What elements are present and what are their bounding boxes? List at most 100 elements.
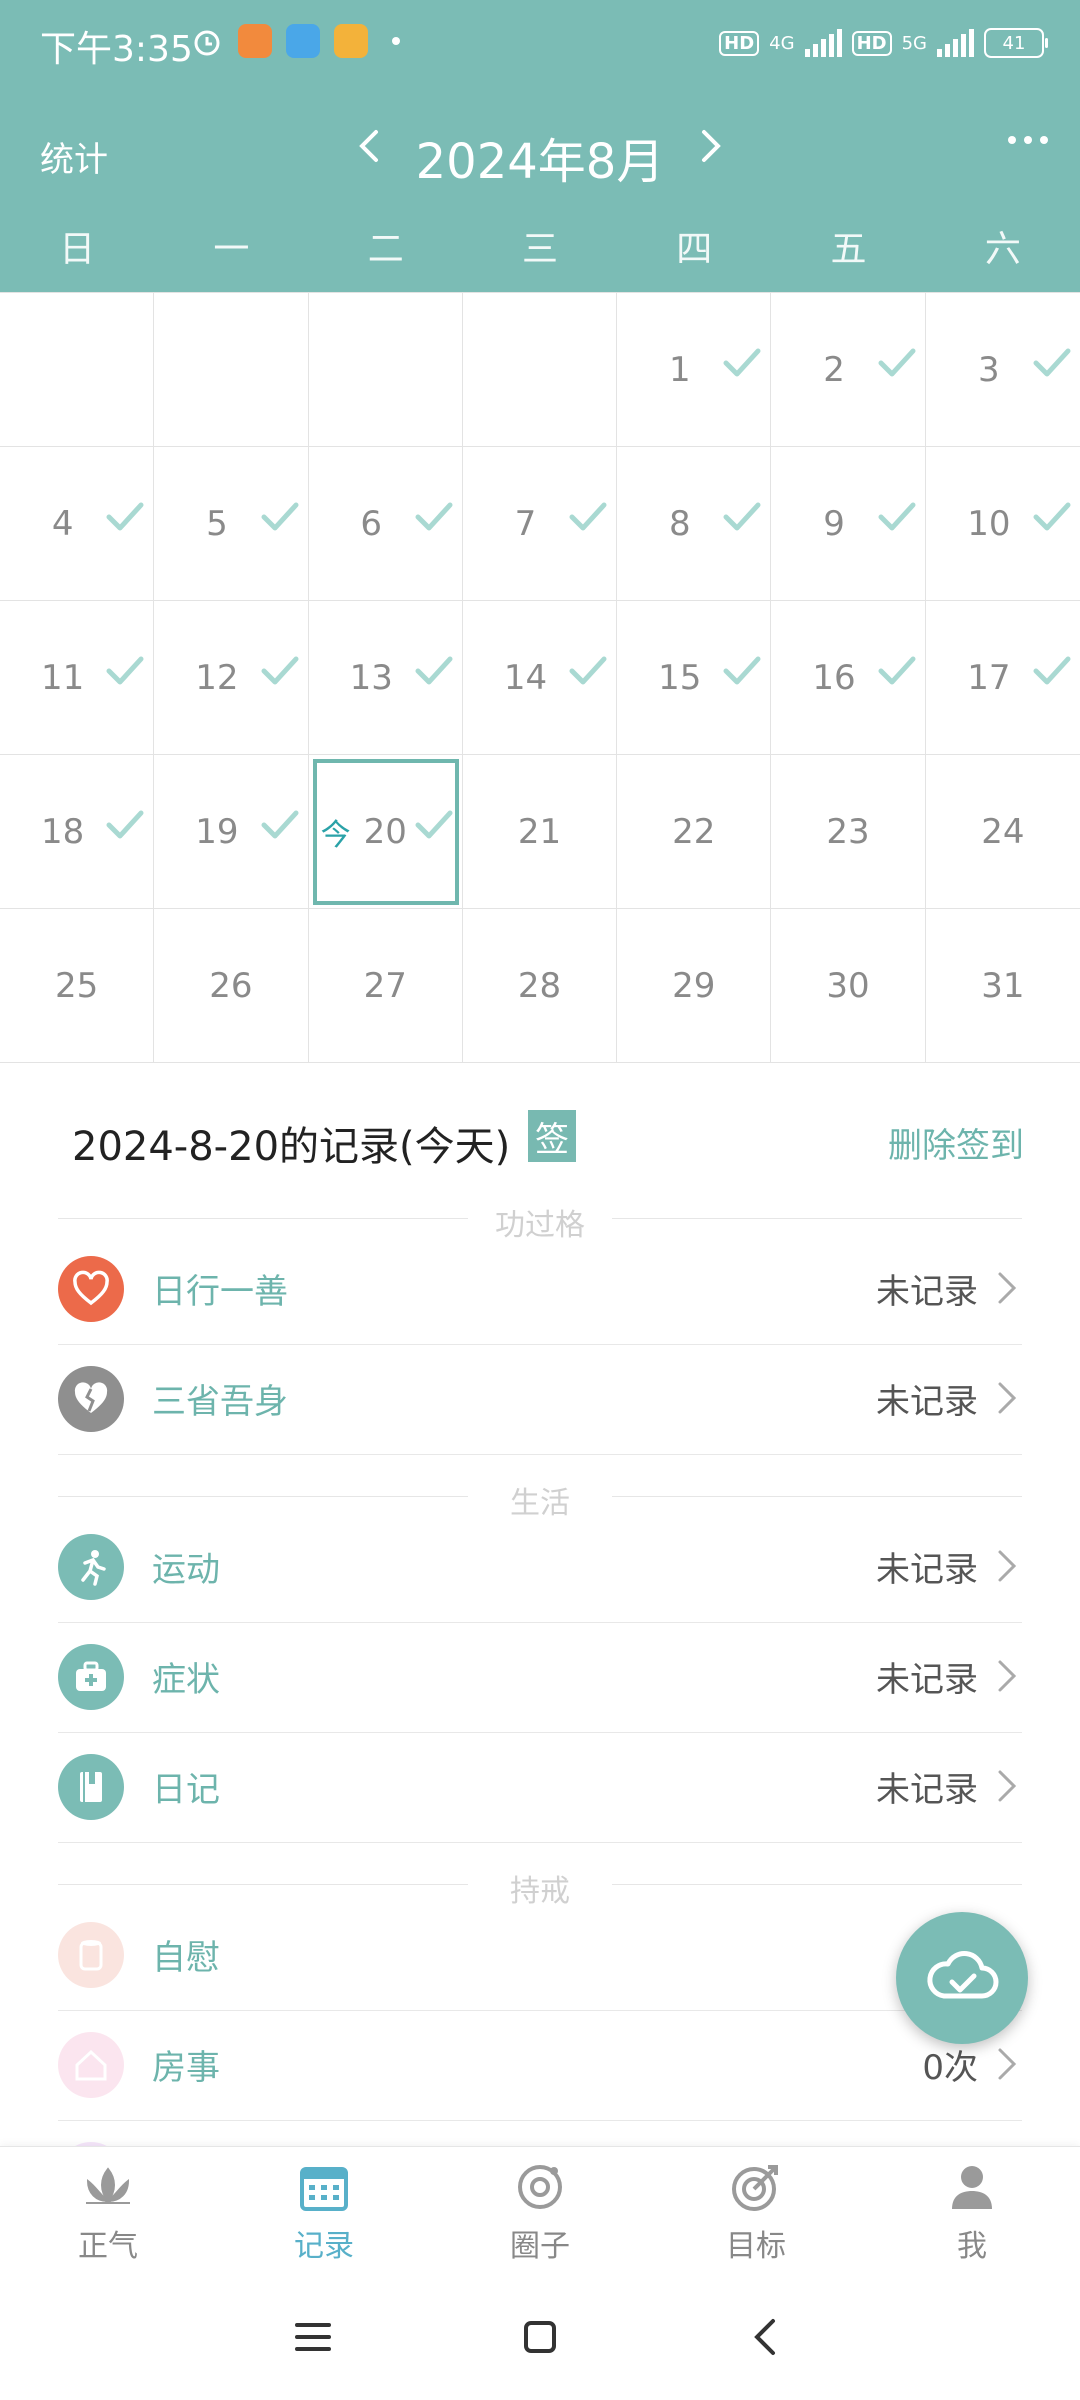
calendar-day-cell[interactable]: 14 [462,601,618,755]
chevron-right-icon [992,1546,1022,1586]
record-row[interactable]: 三省吾身 未记录 [58,1344,1022,1455]
cloud-sync-button[interactable] [896,1912,1028,2044]
calendar-day-cell[interactable]: 11 [0,601,155,755]
calendar-day-cell[interactable]: 18 [0,755,155,909]
target-icon [732,2165,778,2211]
calendar-day-cell[interactable]: 2 [771,293,926,447]
calendar-day-cell[interactable]: 6 [308,447,463,601]
heart-icon [58,1256,124,1322]
chevron-right-icon [992,1268,1022,1308]
weather-icon [286,24,320,58]
calendar-day-cell[interactable]: 3 [925,293,1080,447]
calendar-day-cell[interactable]: 7 [462,447,618,601]
day-number: 12 [195,657,239,698]
record-value: 未记录 [876,1660,978,1700]
calendar-day-cell[interactable]: 29 [617,909,772,1063]
bottom-navigation: 正气 记录 圈子 目标 我 [0,2146,1080,2275]
calendar-day-cell[interactable]: 25 [0,909,155,1063]
calendar-day-cell[interactable]: 15 [617,601,772,755]
record-row[interactable]: 日行一善 未记录 [58,1234,1022,1345]
weekday-header: 日 一 二 三 四 五 六 [0,220,1080,280]
calendar-day-cell[interactable]: 27 [308,909,463,1063]
calendar-day-cell[interactable]: 26 [154,909,309,1063]
calendar-day-cell[interactable]: 5 [154,447,309,601]
checkmark-icon [260,653,300,689]
record-row[interactable]: 房事 0次 [58,2010,1022,2121]
calendar-day-cell[interactable]: 12 [154,601,309,755]
home-icon[interactable] [516,2313,564,2361]
checkmark-icon [568,499,608,535]
record-row[interactable]: 症状 未记录 [58,1622,1022,1733]
calendar-day-cell[interactable]: 10 [925,447,1080,601]
day-number: 25 [55,965,99,1006]
day-number: 30 [826,965,870,1006]
tab-me[interactable]: 我 [864,2147,1080,2275]
delete-checkin-button[interactable]: 删除签到 [888,1118,1024,1167]
calendar-day-cell[interactable]: 24 [925,755,1080,909]
tab-zhengqi[interactable]: 正气 [0,2147,216,2275]
record-row[interactable]: 日记 未记录 [58,1732,1022,1843]
calendar-day-cell[interactable]: 1 [617,293,772,447]
status-bar: 下午3:35 HD 4G HD 5G 41 [0,0,1080,90]
record-name: 日行一善 [152,1272,288,1312]
calendar-day-cell[interactable]: 28 [462,909,618,1063]
status-right: HD 4G HD 5G 41 [719,28,1048,58]
weekday-label: 六 [984,229,1021,270]
calendar-day-cell[interactable]: 19 [154,755,309,909]
calendar-day-cell[interactable]: 8 [617,447,772,601]
more-options-button[interactable] [1008,136,1048,144]
menu-icon[interactable] [289,2313,337,2361]
calendar-day-cell[interactable]: 9 [771,447,926,601]
battery-icon: 41 [984,28,1048,58]
record-row[interactable]: 运动 未记录 [58,1512,1022,1623]
prev-month-button[interactable] [340,116,400,176]
calendar-day-cell[interactable]: 21 [462,755,618,909]
day-number: 11 [41,657,85,698]
day-number: 28 [517,965,562,1006]
tab-label: 圈子 [510,2229,570,2264]
calendar-day-cell[interactable]: 17 [925,601,1080,755]
checkmark-icon [414,499,454,535]
calendar-grid: 1 2 3 4 5 6 7 8 9 10 11 12 13 14 15 16 17 18 19 今 20 21 22 23 24… [0,292,1080,1063]
tab-goals[interactable]: 目标 [648,2147,864,2275]
cloud-check-icon [927,1951,999,1999]
calendar-day-cell[interactable]: 22 [617,755,772,909]
checkmark-icon [414,807,454,843]
day-number: 4 [51,503,74,544]
calendar-day-cell[interactable]: 16 [771,601,926,755]
calendar-icon [300,2167,348,2211]
app-notification-icon-2 [334,24,368,58]
tab-records[interactable]: 记录 [216,2147,432,2275]
checkmark-icon [877,653,917,689]
checkmark-icon [105,499,145,535]
calendar-day-cell[interactable]: 今 20 [308,755,463,909]
calendar-day-cell[interactable]: 31 [925,909,1080,1063]
signal-icon-2 [937,29,974,57]
app-notification-icon [238,24,272,58]
status-time: 下午3:35 [40,29,193,70]
day-number: 7 [514,503,537,544]
chevron-right-icon [702,130,721,162]
month-title: 2024年8月 [415,134,665,190]
calendar-day-cell[interactable]: 30 [771,909,926,1063]
day-number: 23 [826,811,870,852]
broken-heart-icon [58,1366,124,1432]
alarm-icon [194,30,220,56]
calendar-day-cell[interactable]: 23 [771,755,926,909]
hd-badge-2: HD [851,30,892,56]
tab-label: 正气 [78,2229,138,2264]
calendar-day-cell[interactable]: 13 [308,601,463,755]
record-row[interactable]: 自慰 [58,1900,1022,2011]
checkmark-icon [105,807,145,843]
day-number: 2 [823,349,845,390]
tab-circle[interactable]: 圈子 [432,2147,648,2275]
weekday-label: 二 [367,229,404,270]
record-name: 三省吾身 [152,1382,288,1422]
next-month-button[interactable] [680,116,740,176]
day-number: 16 [812,657,856,698]
back-icon[interactable] [743,2313,791,2361]
day-number: 3 [978,349,1000,390]
chevron-right-icon [992,2044,1022,2084]
calendar-day-cell[interactable]: 4 [0,447,155,601]
sign-badge: 签 [528,1110,576,1162]
